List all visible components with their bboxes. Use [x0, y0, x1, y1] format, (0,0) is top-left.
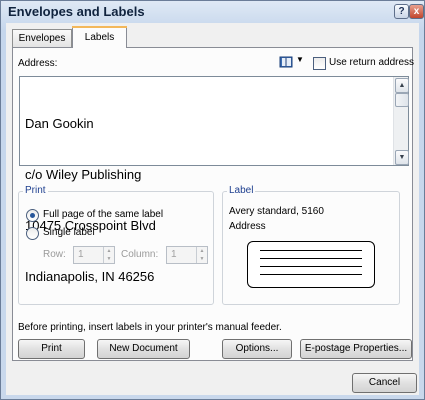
- labels-tab-page: Address: ▼ Use return address Dan Gookin…: [12, 47, 414, 361]
- preview-line: [260, 274, 362, 275]
- print-button[interactable]: Print: [18, 339, 85, 359]
- printer-message: Before printing, insert labels in your p…: [18, 322, 282, 333]
- close-button[interactable]: x: [409, 4, 424, 19]
- label-preview-image: [247, 241, 375, 288]
- scroll-thumb[interactable]: [395, 93, 409, 107]
- scroll-up-icon[interactable]: ▲: [395, 78, 409, 93]
- label-group-legend: Label: [227, 185, 256, 196]
- options-button[interactable]: Options...: [222, 339, 292, 359]
- print-group-legend: Print: [23, 185, 48, 196]
- column-value: 1: [171, 249, 177, 260]
- address-scrollbar[interactable]: ▲ ▼: [393, 77, 409, 165]
- single-label-label[interactable]: Single label: [43, 227, 95, 238]
- preview-line: [260, 250, 362, 251]
- column-label: Column:: [121, 249, 159, 260]
- address-label: Address:: [18, 58, 58, 69]
- address-line: Dan Gookin: [25, 116, 94, 131]
- address-book-icon[interactable]: [279, 56, 293, 68]
- cancel-button[interactable]: Cancel: [352, 373, 417, 393]
- full-page-radio[interactable]: [26, 209, 39, 222]
- label-product: Avery standard, 5160: [229, 206, 324, 217]
- preview-line: [260, 266, 362, 267]
- column-stepper[interactable]: 1 ▲ ▼: [166, 246, 208, 264]
- new-document-button[interactable]: New Document: [97, 339, 190, 359]
- envelopes-labels-dialog: Envelopes and Labels ? x Envelopes Label…: [0, 0, 425, 400]
- tab-envelopes[interactable]: Envelopes: [12, 29, 72, 47]
- chevron-down-icon[interactable]: ▼: [296, 55, 304, 64]
- row-value: 1: [78, 249, 84, 260]
- address-line: c/o Wiley Publishing: [25, 167, 142, 182]
- row-label: Row:: [43, 249, 66, 260]
- row-stepper[interactable]: 1 ▲ ▼: [73, 246, 115, 264]
- help-button[interactable]: ?: [394, 4, 409, 19]
- label-group[interactable]: Label Avery standard, 5160 Address: [222, 185, 400, 305]
- stepper-arrows-icon[interactable]: ▲ ▼: [196, 247, 207, 263]
- full-page-label[interactable]: Full page of the same label: [43, 209, 163, 220]
- scroll-down-icon[interactable]: ▼: [395, 150, 409, 165]
- epostage-properties-button[interactable]: E-postage Properties...: [300, 339, 412, 359]
- use-return-address-label[interactable]: Use return address: [329, 57, 414, 68]
- preview-line: [260, 258, 362, 259]
- title-bar[interactable]: Envelopes and Labels ? x: [1, 1, 424, 23]
- tab-labels[interactable]: Labels: [72, 26, 127, 48]
- dialog-client: Envelopes Labels Address: ▼ Use return a…: [6, 23, 419, 395]
- stepper-arrows-icon[interactable]: ▲ ▼: [103, 247, 114, 263]
- print-group: Print Full page of the same label Single…: [18, 185, 214, 305]
- single-label-radio[interactable]: [26, 227, 39, 240]
- address-textarea[interactable]: Dan Gookin c/o Wiley Publishing 10475 Cr…: [19, 76, 409, 284]
- dialog-title: Envelopes and Labels: [8, 4, 145, 19]
- use-return-address-checkbox[interactable]: [313, 57, 326, 70]
- label-type: Address: [229, 221, 266, 232]
